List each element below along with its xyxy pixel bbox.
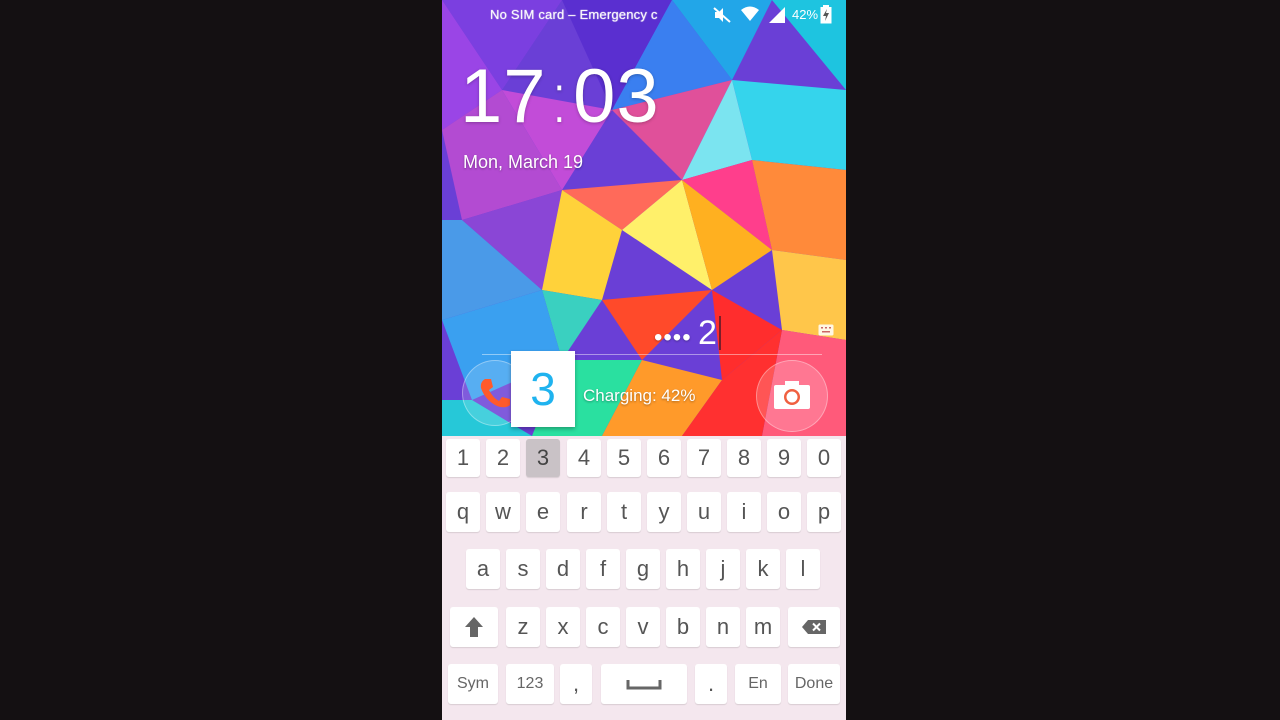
key-5[interactable]: 5 [607,439,641,477]
key-p[interactable]: p [807,492,841,532]
key-i[interactable]: i [727,492,761,532]
mute-icon [713,7,731,23]
key-y[interactable]: y [647,492,681,532]
key-f[interactable]: f [586,549,620,589]
key-u[interactable]: u [687,492,721,532]
key-k[interactable]: k [746,549,780,589]
key-v[interactable]: v [626,607,660,647]
key-g[interactable]: g [626,549,660,589]
key-b[interactable]: b [666,607,700,647]
key-3[interactable]: 3 [526,439,560,477]
comma-key[interactable]: , [560,664,592,704]
signal-icon [769,7,785,23]
key-r[interactable]: r [567,492,601,532]
key-9[interactable]: 9 [767,439,801,477]
key-o[interactable]: o [767,492,801,532]
password-mask: •••• [654,324,692,351]
space-icon [626,680,662,690]
backspace-icon [802,620,826,634]
camera-shortcut-button[interactable] [756,360,828,432]
clock-hours: 17 [460,54,547,139]
key-z[interactable]: z [506,607,540,647]
key-0[interactable]: 0 [807,439,841,477]
carrier-text: No SIM card – Emergency c [490,7,658,22]
space-key[interactable] [601,664,687,704]
key-t[interactable]: t [607,492,641,532]
done-key[interactable]: Done [788,664,840,704]
key-j[interactable]: j [706,549,740,589]
phone-icon [480,379,510,408]
shift-icon [465,617,483,637]
password-field[interactable]: •••• 2 [482,310,822,356]
charging-status: Charging: 42% [583,386,696,405]
key-q[interactable]: q [446,492,480,532]
backspace-key[interactable] [788,607,840,647]
sym-key[interactable]: Sym [448,664,498,704]
password-last-char: 2 [698,314,717,352]
key-w[interactable]: w [486,492,520,532]
key-h[interactable]: h [666,549,700,589]
key-6[interactable]: 6 [647,439,681,477]
key-x[interactable]: x [546,607,580,647]
language-key[interactable]: En [735,664,781,704]
key-1[interactable]: 1 [446,439,480,477]
on-screen-keyboard: 1 2 3 4 5 6 7 8 9 0 q w e r t y u i o p … [442,436,846,720]
wifi-icon [741,6,759,21]
lock-date: Mon, March 19 [463,152,584,172]
shift-key[interactable] [450,607,498,647]
key-s[interactable]: s [506,549,540,589]
key-preview-char: 3 [530,363,556,415]
key-l[interactable]: l [786,549,820,589]
key-d[interactable]: d [546,549,580,589]
battery-percent: 42% [792,7,819,22]
clock-minutes: 03 [573,54,660,139]
numbers-key[interactable]: 123 [506,664,554,704]
key-8[interactable]: 8 [727,439,761,477]
keyboard-icon[interactable] [818,324,834,336]
battery-charging-icon [820,5,832,24]
text-cursor [719,316,721,350]
key-n[interactable]: n [706,607,740,647]
lock-clock: 17:03 [460,58,660,135]
lock-screen: No SIM card – Emergency c 42% 17:03 Mon,… [442,0,846,720]
key-e[interactable]: e [526,492,560,532]
key-m[interactable]: m [746,607,780,647]
period-key[interactable]: . [695,664,727,704]
key-preview-popup: 3 [511,351,575,427]
key-2[interactable]: 2 [486,439,520,477]
key-7[interactable]: 7 [687,439,721,477]
key-c[interactable]: c [586,607,620,647]
clock-separator: : [546,51,574,140]
key-a[interactable]: a [466,549,500,589]
key-4[interactable]: 4 [567,439,601,477]
camera-icon [774,381,810,409]
status-bar: No SIM card – Emergency c 42% [442,0,846,30]
